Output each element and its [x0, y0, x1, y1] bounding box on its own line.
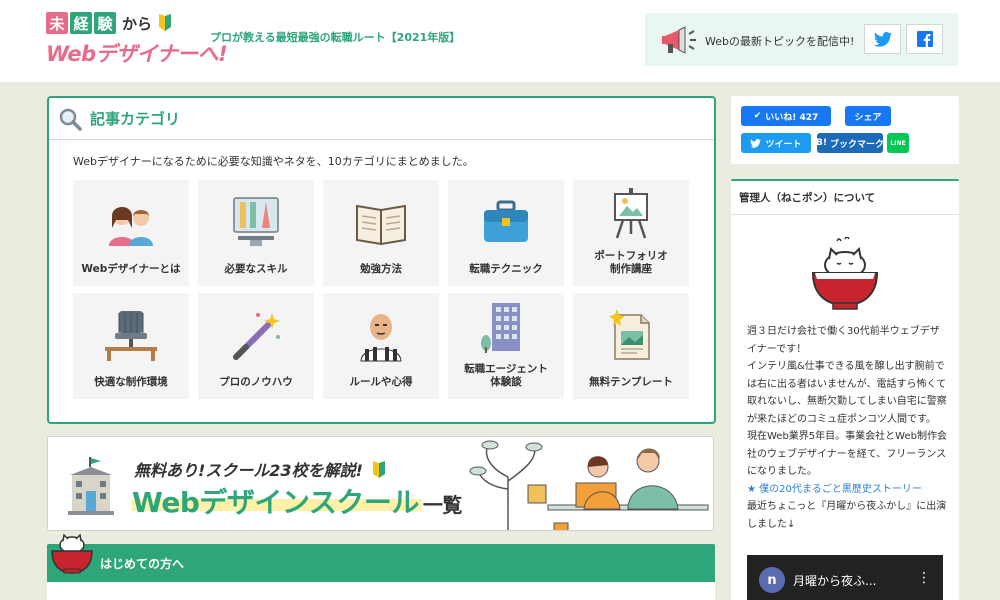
category-title: 記事カテゴリ: [90, 110, 181, 128]
first-visit-title: はじめての方へ: [100, 557, 185, 571]
category-header: 記事カテゴリ: [49, 98, 714, 140]
building-icon: [481, 303, 520, 353]
story-link[interactable]: ★ 僕の20代まるごと黒歴史ストーリー: [747, 481, 947, 499]
template-icon: [609, 309, 650, 360]
logo-char-3: 験: [94, 12, 116, 34]
category-tile-environment[interactable]: 快適な制作環境: [73, 293, 189, 399]
logo-char-2: 経: [70, 12, 92, 34]
site-logo[interactable]: 未 経 験 から Webデザイナーへ!: [46, 12, 228, 72]
tile-label: 快適な制作環境: [94, 376, 168, 388]
tile-label: 勉強方法: [360, 263, 402, 275]
category-description: Webデザイナーになるために必要な知識やネタを、10カテゴリにまとめました。: [73, 155, 474, 168]
facebook-icon: [916, 31, 933, 47]
banner-subtitle: 無料あり!スクール23校を解説!: [134, 457, 386, 481]
school-building-icon: [68, 457, 114, 515]
tile-label: ルールや心得: [349, 376, 413, 388]
news-text: Webの最新トピックを配信中!: [705, 35, 855, 48]
more-vert-icon[interactable]: ⋮: [917, 570, 931, 586]
profile-career: 現在Web業界5年目。事業会社とWeb制作会社のウェブデザイナーを経て、フリーラ…: [747, 431, 947, 477]
hatena-bookmark-button[interactable]: B! ブックマーク: [816, 133, 884, 153]
profile-intro: 週３日だけ会社で働く30代前半ウェブデザイナーです！: [747, 326, 940, 355]
hatena-icon: B!: [816, 138, 827, 148]
category-tile-knowhow[interactable]: プロのノウハウ: [198, 293, 314, 399]
hatena-label: ブックマーク: [829, 139, 884, 150]
category-tile-jobchange[interactable]: 転職テクニック: [448, 180, 564, 286]
logo-line2: Webデザイナーへ!: [46, 42, 228, 66]
megaphone-icon: [662, 26, 696, 54]
banner-suffix: 一覧: [422, 493, 463, 517]
category-tile-skills[interactable]: 必要なスキル: [198, 180, 314, 286]
category-tile-portfolio[interactable]: ポートフォリオ 制作講座: [573, 180, 689, 286]
briefcase-icon: [484, 200, 528, 242]
profile-box: 管理人（ねこポン）について 週３日だけ会社で働く30代前半ウェブデザイナーです！…: [731, 179, 959, 600]
design-tools-icon: [233, 197, 279, 246]
like-button[interactable]: ✔ いいね! 427: [741, 106, 831, 126]
chair-icon: [105, 311, 157, 361]
profile-tv: 最近ちょこっと『月曜から夜ふかし』に出演しました↓: [747, 501, 947, 530]
tile-label: プロのノウハウ: [219, 376, 293, 388]
tile-label: 転職エージェント 体験談: [464, 363, 548, 388]
banner-main-title: Webデザインスクール 一覧: [132, 481, 462, 521]
check-icon: ✔: [753, 111, 762, 121]
twitter-button[interactable]: [864, 24, 901, 54]
category-tile-study[interactable]: 勉強方法: [323, 180, 439, 286]
logo-kara: から: [122, 14, 153, 33]
tweet-button[interactable]: ツイート: [741, 133, 811, 153]
logo-char-1: 未: [46, 12, 68, 34]
easel-icon: [614, 188, 648, 239]
share-box: ✔ いいね! 427 シェア ツイート B! ブックマーク LINE: [731, 96, 959, 164]
banner-subtitle-text: 無料あり!スクール23校を解説!: [134, 461, 363, 480]
category-tile-agent[interactable]: 転職エージェント 体験談: [448, 293, 564, 399]
twitter-icon: [750, 138, 762, 148]
tile-label: 転職テクニック: [469, 263, 543, 275]
facebook-button[interactable]: [906, 24, 943, 54]
category-tile-webdesigner[interactable]: Webデザイナーとは: [73, 180, 189, 286]
tweet-label: ツイート: [765, 139, 802, 150]
cat-bowl-icon: [51, 533, 93, 574]
category-tiles: Webデザイナーとは 必要なスキル 勉強方法 転職テクニック ポートフォリオ 制…: [73, 180, 693, 399]
category-tile-template[interactable]: 無料テンプレート: [573, 293, 689, 399]
magnifier-icon: [59, 108, 82, 131]
like-label: いいね! 427: [765, 112, 819, 123]
news-box: Webの最新トピックを配信中!: [645, 13, 958, 66]
video-embed[interactable]: n 月曜から夜ふ... ⋮: [747, 555, 943, 600]
channel-avatar: n: [759, 567, 785, 593]
banner-main-text: Webデザインスクール: [132, 486, 419, 519]
category-panel: 記事カテゴリ Webデザイナーになるために必要な知識やネタを、10カテゴリにまと…: [47, 96, 716, 424]
tile-label: 必要なスキル: [224, 263, 288, 275]
profile-title: 管理人（ねこポン）について: [731, 181, 959, 215]
video-title: 月曜から夜ふ...: [793, 574, 877, 588]
beginner-mark-icon: [159, 14, 172, 31]
line-button[interactable]: LINE: [887, 133, 909, 153]
tile-label: ポートフォリオ 制作講座: [594, 250, 668, 275]
logo-top-row: 未 経 験 から: [46, 12, 196, 34]
beginner-mark-icon: [373, 461, 386, 478]
share-button[interactable]: シェア: [845, 106, 891, 126]
category-tile-rules[interactable]: ルールや心得: [323, 293, 439, 399]
site-header: 未 経 験 から Webデザイナーへ! プロが教える最短最強の転職ルート【202…: [0, 0, 1000, 82]
first-visit-body: [47, 582, 715, 600]
site-tagline: プロが教える最短最強の転職ルート【2021年版】: [210, 31, 461, 44]
tile-label: Webデザイナーとは: [81, 263, 181, 275]
tile-label: 無料テンプレート: [589, 376, 673, 388]
first-visit-header[interactable]: はじめての方へ: [47, 544, 715, 582]
referee-icon: [360, 314, 402, 362]
desk-people-illustration: [469, 440, 709, 530]
book-icon: [356, 204, 406, 246]
school-list-banner[interactable]: 無料あり!スクール23校を解説! Webデザインスクール 一覧: [47, 436, 714, 531]
twitter-icon: [873, 31, 892, 47]
cat-in-bowl-illustration: [811, 237, 879, 310]
profile-text: 週３日だけ会社で働く30代前半ウェブデザイナーです！ インテリ風&仕事できる風を…: [747, 323, 947, 533]
profile-personality: インテリ風&仕事できる風を醸し出す腕前では右に出る者はいませんが、電話すら怖くて…: [747, 361, 947, 425]
people-icon: [109, 207, 153, 246]
magic-wand-icon: [233, 313, 280, 360]
